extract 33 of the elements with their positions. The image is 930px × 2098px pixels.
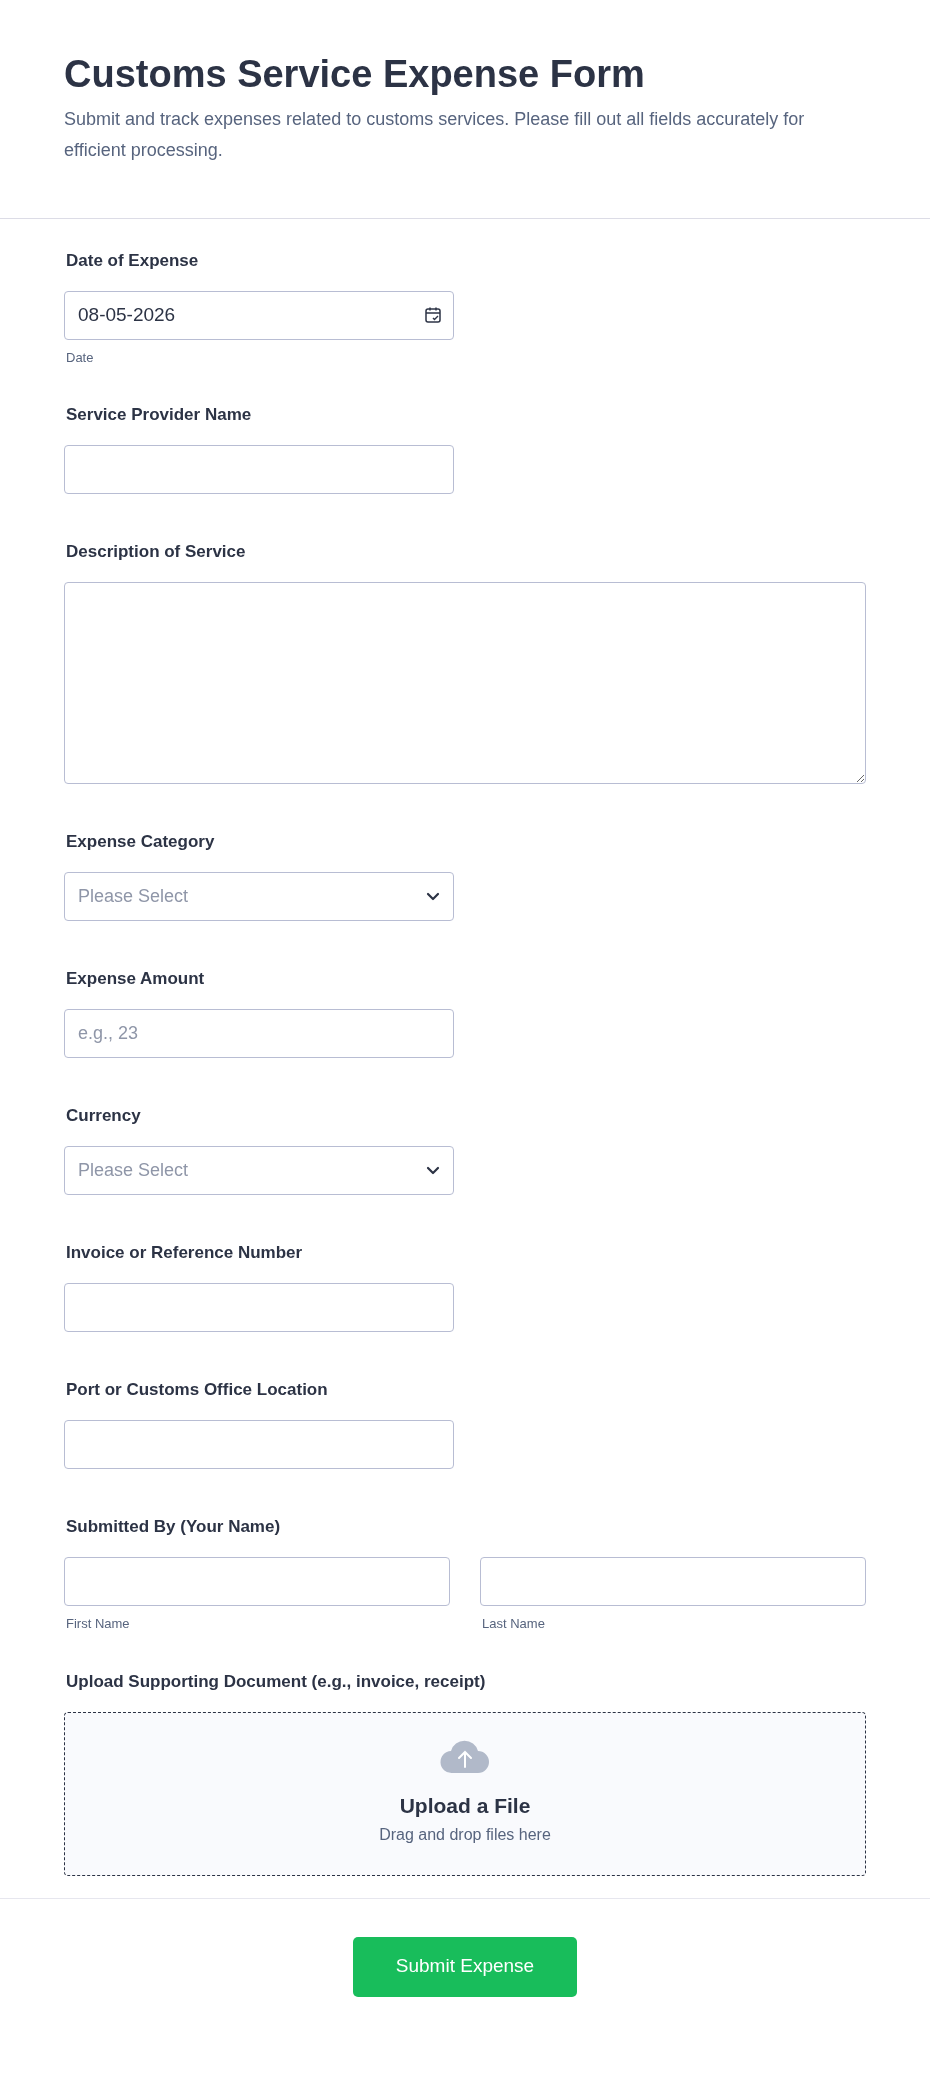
field-sublabel: Date — [66, 348, 94, 367]
date-field[interactable]: 08-05-2026 — [64, 290, 454, 340]
upload-dropzone[interactable]: Upload a File Drag and drop files here — [64, 1711, 866, 1876]
field-label: Invoice or Reference Number — [66, 1242, 303, 1264]
field-label: Expense Category — [66, 831, 215, 853]
submit-button[interactable]: Submit Expense — [353, 1936, 577, 1997]
field-sublabel: Last Name — [482, 1615, 545, 1633]
field-label: Expense Amount — [66, 968, 205, 990]
chevron-down-icon — [426, 892, 440, 901]
input-field[interactable]: e.g., 23 — [64, 1009, 454, 1058]
field-label: Currency — [66, 1105, 141, 1127]
upload-title: Upload a File — [399, 1792, 531, 1819]
field-label: Service Provider Name — [66, 404, 252, 426]
field-sublabel: First Name — [66, 1615, 130, 1633]
form-title: Customs Service Expense Form — [64, 52, 646, 97]
input-field[interactable] — [64, 1557, 450, 1606]
input-field[interactable] — [64, 445, 454, 494]
upload-hint: Drag and drop files here — [379, 1825, 551, 1846]
input-field[interactable] — [64, 1283, 454, 1332]
field-label: Port or Customs Office Location — [66, 1379, 328, 1401]
dropdown-select[interactable]: Please Select — [64, 872, 454, 921]
dropdown-select[interactable]: Please Select — [64, 1146, 454, 1195]
field-label: Date of Expense — [66, 249, 199, 272]
form-description: Submit and track expenses related to customs services. Please fill out all fields accurately for efficient processing. — [64, 107, 806, 162]
cloud-upload-icon — [440, 1739, 490, 1774]
input-field[interactable] — [480, 1557, 866, 1606]
chevron-down-icon — [426, 1166, 440, 1175]
field-label: Upload Supporting Document (e.g., invoice, receipt) — [66, 1670, 486, 1693]
calendar-icon[interactable] — [424, 305, 442, 324]
field-label: Submitted By (Your Name) — [66, 1516, 281, 1538]
text-area[interactable] — [64, 582, 866, 784]
input-field[interactable] — [64, 1420, 454, 1469]
field-label: Description of Service — [66, 541, 246, 563]
